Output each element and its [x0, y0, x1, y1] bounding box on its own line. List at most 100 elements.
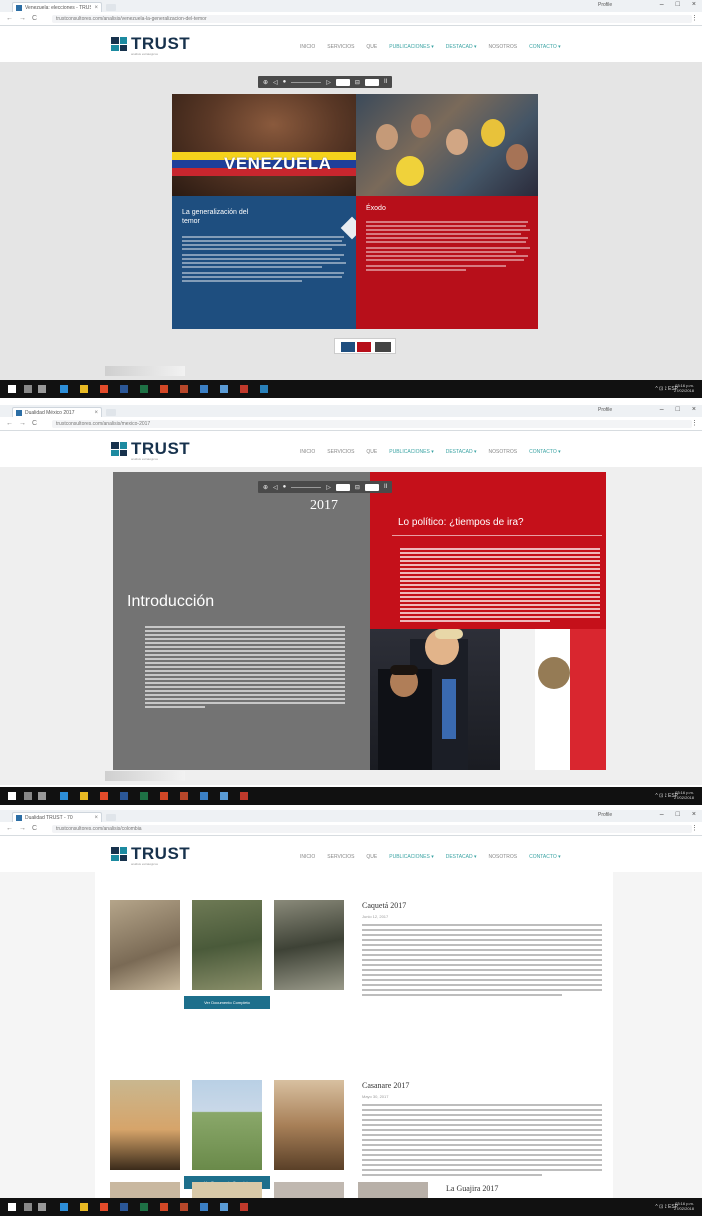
nav-servicios[interactable]: SERVICIOS — [327, 44, 354, 50]
app-icon-5[interactable] — [260, 385, 268, 393]
minimize-icon[interactable]: – — [660, 811, 664, 818]
folder-icon[interactable] — [80, 792, 88, 800]
excel-icon[interactable] — [140, 385, 148, 393]
powerpoint-icon[interactable] — [160, 792, 168, 800]
chrome-icon[interactable] — [100, 1203, 108, 1211]
back-icon[interactable]: ← — [6, 420, 13, 427]
zoom-slider[interactable] — [291, 81, 322, 83]
nav-destacados[interactable]: DESTACAD ▾ — [446, 854, 477, 860]
view-document-button-1[interactable]: Ver Documento Completo — [184, 996, 270, 1009]
next-icon[interactable]: ▷ — [326, 79, 331, 86]
back-icon[interactable]: ← — [6, 825, 13, 832]
grid-icon[interactable]: ⊟ — [355, 484, 360, 491]
nav-destacados[interactable]: DESTACAD ▾ — [446, 44, 477, 50]
article-title-3[interactable]: La Guajira 2017 — [446, 1184, 498, 1193]
nav-que[interactable]: QUE — [366, 854, 377, 860]
maximize-icon[interactable]: □ — [676, 1, 680, 8]
page-input[interactable] — [335, 483, 350, 491]
nav-publicaciones[interactable]: PUBLICACIONES ▾ — [389, 449, 433, 455]
edge-icon[interactable] — [60, 1203, 68, 1211]
reload-icon[interactable]: C — [32, 420, 37, 427]
app-icon-3[interactable] — [220, 1203, 228, 1211]
article-thumb-3c[interactable] — [274, 1182, 344, 1198]
nav-inicio[interactable]: INICIO — [300, 44, 315, 50]
site-logo[interactable]: TRUST análisis estratégicos — [111, 440, 190, 461]
nav-publicaciones[interactable]: PUBLICACIONES ▾ — [389, 44, 433, 50]
share-icon[interactable]: ◁ — [273, 484, 278, 491]
app-icon-2[interactable] — [200, 792, 208, 800]
nav-contacto[interactable]: CONTACTO ▾ — [529, 449, 561, 455]
profile-label[interactable]: Profile — [598, 812, 612, 818]
grid-icon[interactable]: ⊟ — [355, 79, 360, 86]
reload-icon[interactable]: C — [32, 15, 37, 22]
new-tab-button[interactable] — [106, 4, 116, 11]
close-window-icon[interactable]: × — [692, 1, 696, 8]
article-title-2[interactable]: Casanare 2017 — [362, 1081, 409, 1090]
horizontal-scrollbar[interactable] — [105, 771, 185, 781]
taskbar-clock[interactable]: 03:16 p.m. 27/02/2018 — [674, 383, 694, 393]
forward-icon[interactable]: → — [19, 420, 26, 427]
nav-que[interactable]: QUE — [366, 44, 377, 50]
app-icon-4[interactable] — [240, 1203, 248, 1211]
article-thumb-1b[interactable] — [192, 900, 262, 990]
nav-nosotros[interactable]: NOSOTROS — [489, 854, 518, 860]
app-icon-2[interactable] — [200, 385, 208, 393]
article-thumb-3a[interactable] — [110, 1182, 180, 1198]
reload-icon[interactable]: C — [32, 825, 37, 832]
edge-icon[interactable] — [60, 385, 68, 393]
powerpoint-icon[interactable] — [160, 385, 168, 393]
article-title-1[interactable]: Caquetá 2017 — [362, 901, 406, 910]
pause-icon[interactable]: II — [384, 79, 387, 85]
share-icon[interactable]: ◁ — [273, 79, 278, 86]
search-icon[interactable] — [24, 792, 32, 800]
maximize-icon[interactable]: □ — [676, 406, 680, 413]
page-thumbnails[interactable] — [334, 338, 396, 354]
site-logo[interactable]: TRUST análisis estratégicos — [111, 845, 190, 866]
article-thumb-2a[interactable] — [110, 1080, 180, 1170]
start-icon[interactable] — [8, 385, 16, 393]
forward-icon[interactable]: → — [19, 15, 26, 22]
site-logo[interactable]: TRUST análisis estratégicos — [111, 35, 190, 56]
nav-contacto[interactable]: CONTACTO ▾ — [529, 44, 561, 50]
nav-nosotros[interactable]: NOSOTROS — [489, 44, 518, 50]
minimize-icon[interactable]: – — [660, 1, 664, 8]
new-tab-button[interactable] — [106, 814, 116, 821]
nav-servicios[interactable]: SERVICIOS — [327, 449, 354, 455]
app-icon-3[interactable] — [220, 385, 228, 393]
task-view-icon[interactable] — [38, 1203, 46, 1211]
task-view-icon[interactable] — [38, 385, 46, 393]
nav-destacados[interactable]: DESTACAD ▾ — [446, 449, 477, 455]
chrome-icon[interactable] — [100, 385, 108, 393]
app-icon-4[interactable] — [240, 792, 248, 800]
url-input[interactable]: trustconsultores.com/analisis/venezuela-… — [52, 15, 692, 23]
browser-tab[interactable]: Dualidad TRUST - 70 × — [12, 812, 102, 822]
back-icon[interactable]: ← — [6, 15, 13, 22]
tab-close-icon[interactable]: × — [94, 815, 98, 821]
chrome-icon[interactable] — [100, 792, 108, 800]
maximize-icon[interactable]: □ — [676, 811, 680, 818]
page-input[interactable] — [335, 78, 350, 86]
nav-nosotros[interactable]: NOSOTROS — [489, 449, 518, 455]
pause-icon[interactable]: II — [384, 484, 387, 490]
next-icon[interactable]: ▷ — [326, 484, 331, 491]
nav-inicio[interactable]: INICIO — [300, 449, 315, 455]
horizontal-scrollbar[interactable] — [105, 366, 185, 376]
url-input[interactable]: trustconsultores.com/analisis/mexico-201… — [52, 420, 692, 428]
nav-inicio[interactable]: INICIO — [300, 854, 315, 860]
word-icon[interactable] — [120, 385, 128, 393]
article-thumb-3b[interactable] — [192, 1182, 262, 1198]
search-icon[interactable] — [24, 385, 32, 393]
article-thumb-2c[interactable] — [274, 1080, 344, 1170]
nav-contacto[interactable]: CONTACTO ▾ — [529, 854, 561, 860]
powerpoint-icon[interactable] — [160, 1203, 168, 1211]
browser-tab[interactable]: Venezuela: elecciones - TRUST × — [12, 2, 102, 12]
search-icon[interactable] — [24, 1203, 32, 1211]
task-view-icon[interactable] — [38, 792, 46, 800]
browser-menu-icon[interactable]: ⋮ — [691, 419, 698, 427]
tab-close-icon[interactable]: × — [94, 410, 98, 416]
article-thumb-2b[interactable] — [192, 1080, 262, 1170]
article-thumb-3d[interactable] — [358, 1182, 428, 1198]
edge-icon[interactable] — [60, 792, 68, 800]
forward-icon[interactable]: → — [19, 825, 26, 832]
profile-label[interactable]: Profile — [598, 407, 612, 413]
